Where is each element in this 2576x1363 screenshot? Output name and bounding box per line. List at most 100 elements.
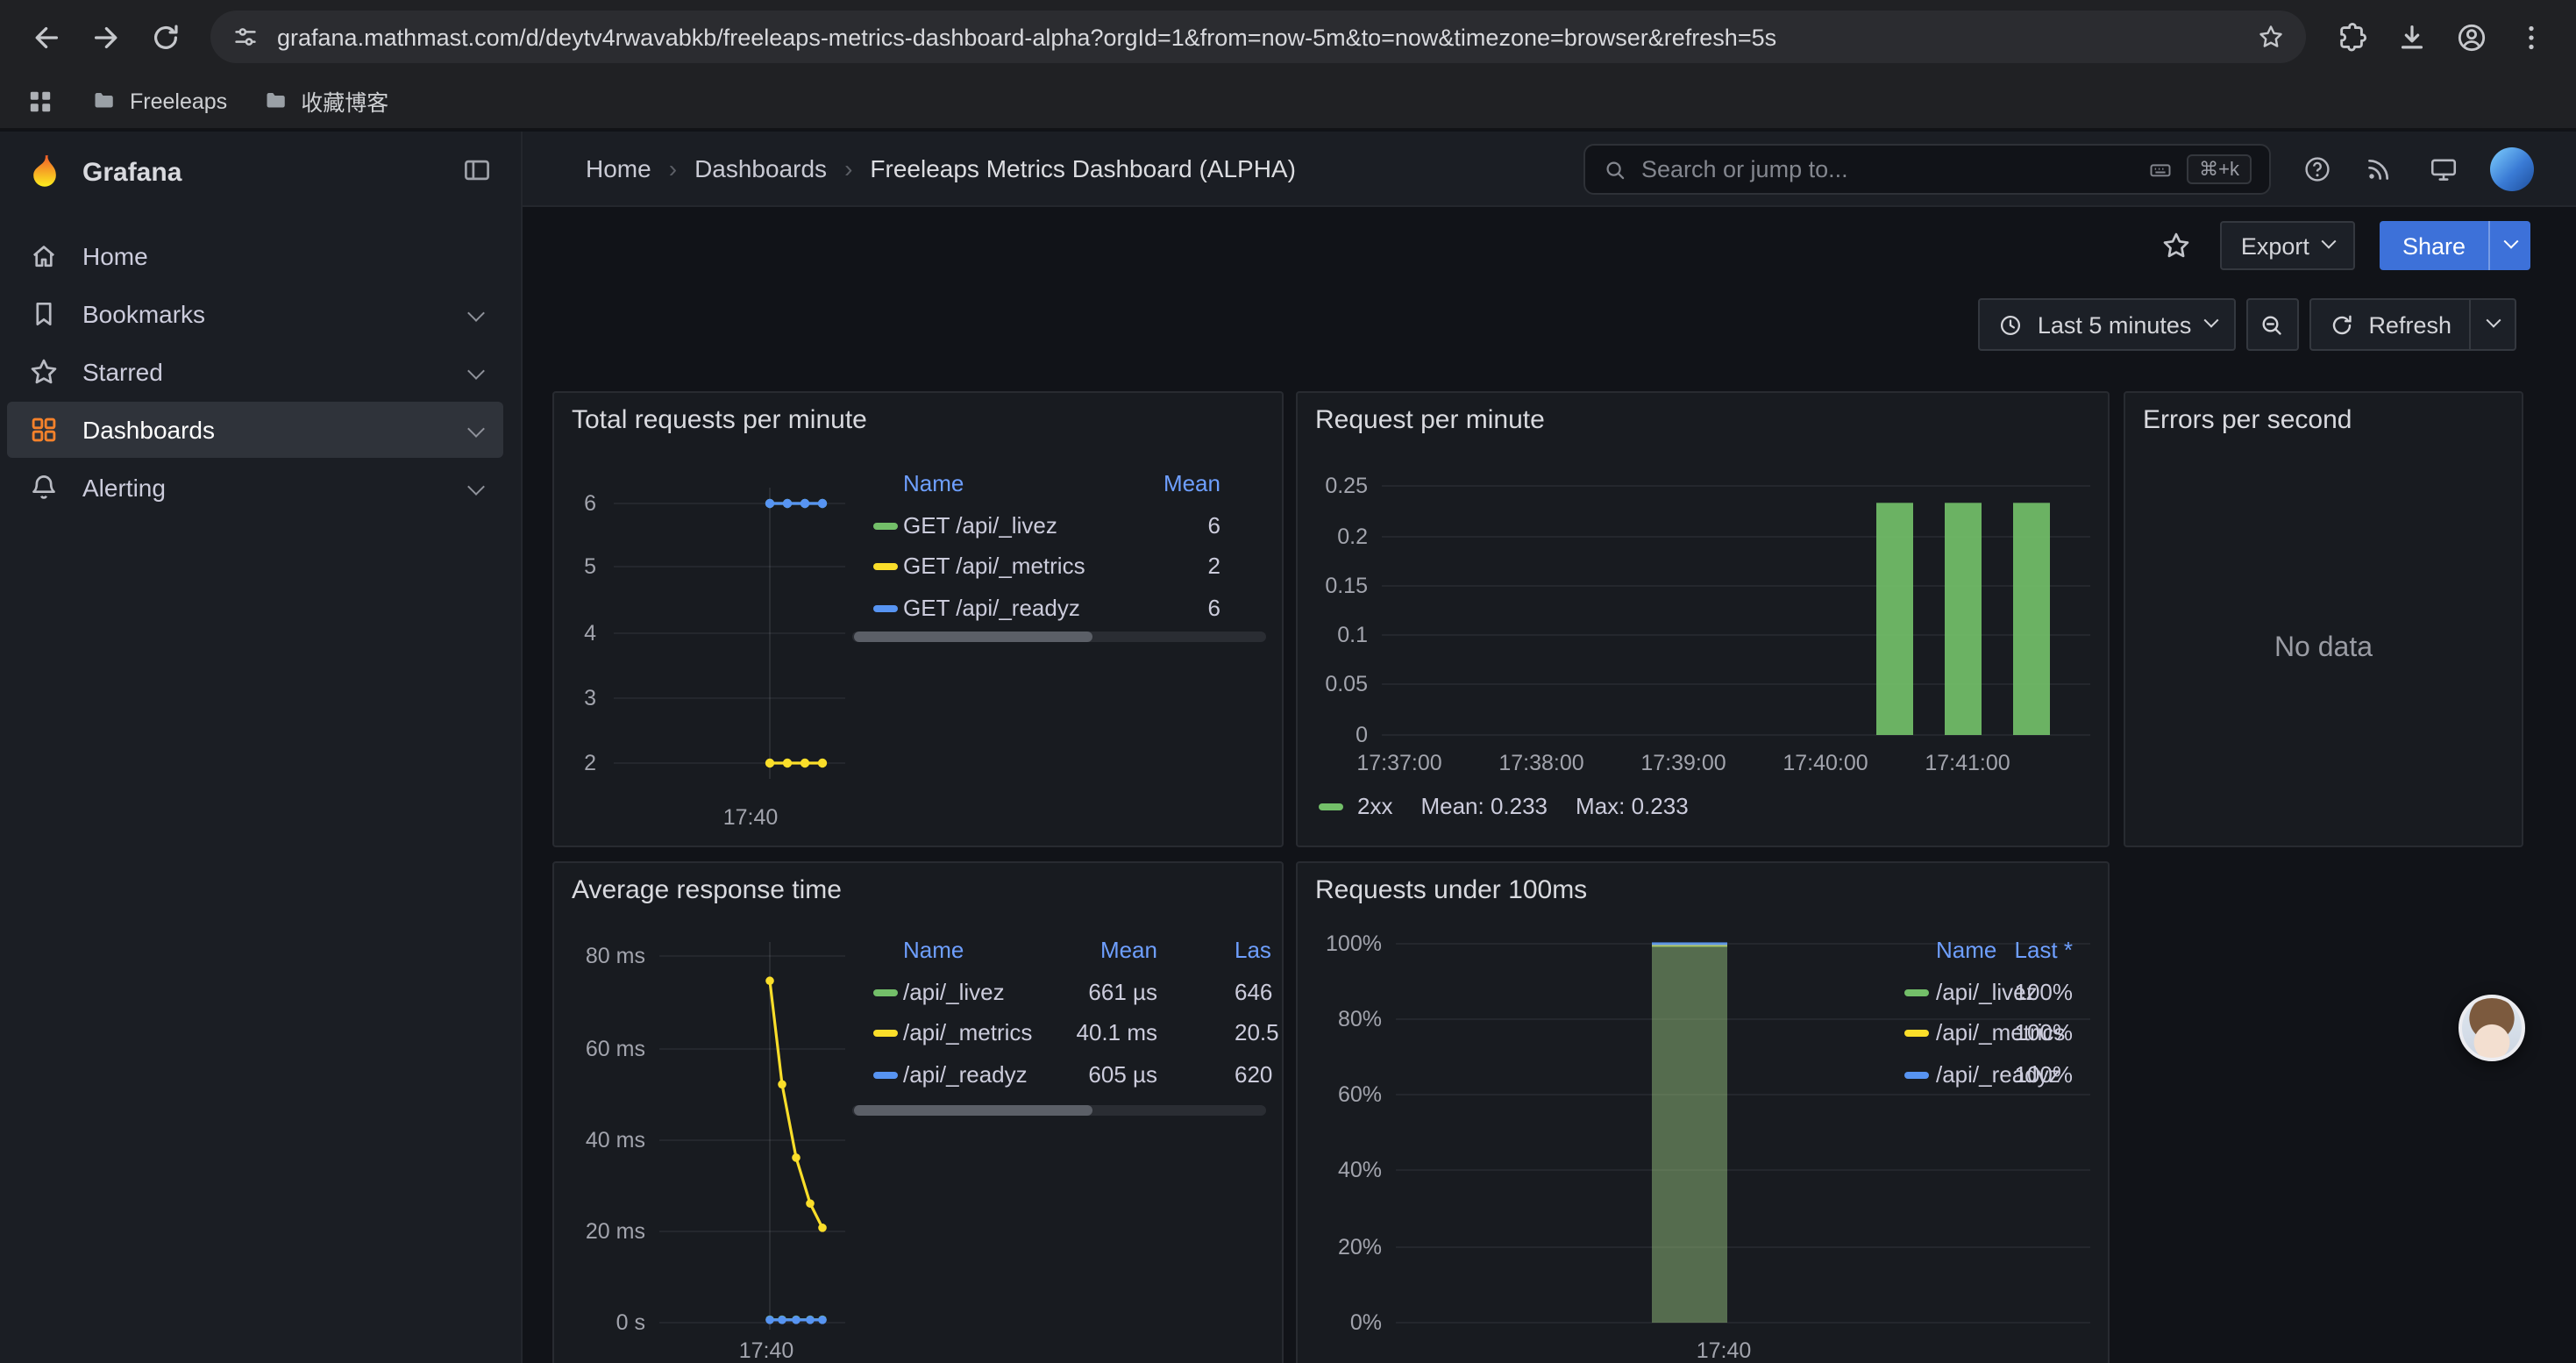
panel-title[interactable]: Errors per second <box>2143 405 2352 435</box>
dock-menu-icon[interactable] <box>461 154 496 189</box>
y-tick-label: 60% <box>1298 1081 1382 1109</box>
sidebar-item-alerting[interactable]: Alerting <box>7 460 503 516</box>
x-tick-label: 17:40:00 <box>1747 749 1904 777</box>
breadcrumb-current: Freeleaps Metrics Dashboard (ALPHA) <box>870 154 1296 182</box>
rss-icon[interactable] <box>2357 147 2401 191</box>
profile-icon[interactable] <box>2443 9 2499 65</box>
chevron-down-icon[interactable] <box>467 304 485 322</box>
y-tick-label: 3 <box>554 684 596 712</box>
legend-scrollbar-thumb[interactable] <box>854 632 1092 642</box>
bell-icon <box>28 472 60 503</box>
chevron-down-icon[interactable] <box>467 362 485 380</box>
home-icon <box>28 240 60 272</box>
y-tick-label: 4 <box>554 619 596 647</box>
search-shortcut: ⌘+k <box>2187 154 2252 184</box>
chevron-down-icon <box>2203 313 2218 328</box>
url-input[interactable] <box>267 24 2250 50</box>
legend-header[interactable]: Mean <box>1063 470 1220 498</box>
y-tick-label: 0.25 <box>1298 472 1368 500</box>
search-input[interactable] <box>1641 156 2134 182</box>
forward-icon[interactable] <box>77 9 133 65</box>
breadcrumb-separator: › <box>669 154 677 182</box>
x-tick-label: 17:40 <box>687 1337 845 1363</box>
chevron-down-icon[interactable] <box>467 420 485 438</box>
search-box[interactable]: ⌘+k <box>1583 144 2271 195</box>
sidebar-item-home[interactable]: Home <box>7 228 503 284</box>
time-range-picker[interactable]: Last 5 minutes <box>1978 298 2236 351</box>
panel-average-response-time: Average response time 80 ms60 ms40 ms20 … <box>552 861 1284 1363</box>
legend-header[interactable]: Mean <box>1000 937 1157 965</box>
legend-series-color <box>1319 803 1343 810</box>
breadcrumb: Home › Dashboards › Freeleaps Metrics Da… <box>586 132 1296 205</box>
export-label: Export <box>2241 232 2309 259</box>
refresh-split-button: Refresh <box>2309 298 2516 351</box>
apps-grid-icon[interactable] <box>25 85 56 117</box>
y-tick-label: 60 ms <box>554 1035 645 1063</box>
legend-value: 100% <box>1915 1019 2073 1047</box>
panel-requests-under-100ms: Requests under 100ms 100%80%60%40%20%0%1… <box>1296 861 2110 1363</box>
user-avatar[interactable] <box>2490 147 2534 191</box>
sidebar-item-label: Alerting <box>82 474 166 502</box>
extensions-icon[interactable] <box>2323 9 2380 65</box>
grafana-logo[interactable] <box>25 152 65 192</box>
legend-value: 20.5 r <box>1235 1019 1284 1047</box>
legend-value: 100% <box>1915 979 2073 1007</box>
site-info-icon[interactable] <box>224 16 267 58</box>
share-dropdown-button[interactable] <box>2488 221 2530 270</box>
legend-series-name[interactable]: 2xx <box>1357 793 1392 819</box>
bookmark-label: Freeleaps <box>130 89 227 113</box>
share-button[interactable]: Share <box>2380 221 2488 270</box>
monitor-icon[interactable] <box>2422 147 2466 191</box>
bookmark-folder-freeleaps[interactable]: Freeleaps <box>91 88 227 114</box>
legend-value: 605 µs <box>1000 1061 1157 1089</box>
zoom-out-button[interactable] <box>2245 298 2298 351</box>
floating-avatar[interactable] <box>2459 995 2525 1061</box>
sidebar-item-starred[interactable]: Starred <box>7 344 503 400</box>
legend-header-name[interactable]: Name <box>903 470 964 498</box>
folder-icon <box>91 88 117 114</box>
sidebar-item-bookmarks[interactable]: Bookmarks <box>7 286 503 342</box>
favorite-star-icon[interactable] <box>2157 226 2195 265</box>
panel-errors-per-second: Errors per second No data <box>2124 391 2523 847</box>
refresh-interval-dropdown[interactable] <box>2471 298 2516 351</box>
chevron-down-icon <box>2503 234 2518 249</box>
star-icon <box>28 356 60 388</box>
chevron-down-icon[interactable] <box>467 478 485 496</box>
legend-header-name[interactable]: Name <box>903 937 964 965</box>
sidebar-item-dashboards[interactable]: Dashboards <box>7 402 503 458</box>
legend-series-name[interactable]: GET /api/_metrics <box>903 553 1085 581</box>
downloads-icon[interactable] <box>2383 9 2439 65</box>
breadcrumb-home[interactable]: Home <box>586 154 651 182</box>
sidebar-nav: Home Bookmarks Starred Dashboards Alerti… <box>0 212 521 516</box>
bookmark-star-icon[interactable] <box>2250 16 2292 58</box>
legend-value: 6 <box>1063 595 1220 623</box>
breadcrumb-dashboards[interactable]: Dashboards <box>694 154 827 182</box>
legend-series-color <box>873 605 898 612</box>
legend-scrollbar-thumb[interactable] <box>854 1105 1092 1116</box>
help-icon[interactable] <box>2295 147 2339 191</box>
y-tick-label: 6 <box>554 489 596 517</box>
url-bar[interactable] <box>210 11 2306 63</box>
back-icon[interactable] <box>18 9 74 65</box>
reload-icon[interactable] <box>137 9 193 65</box>
legend-series-name[interactable]: /api/_livez <box>903 979 1005 1007</box>
search-icon <box>1603 157 1627 182</box>
breadcrumb-separator: › <box>844 154 852 182</box>
legend-header[interactable]: Last * <box>1915 937 2073 965</box>
legend-series-color <box>873 523 898 530</box>
grafana-sidebar: Grafana Home Bookmarks Starred D <box>0 132 523 1363</box>
y-tick-label: 40 ms <box>554 1126 645 1154</box>
brand-name: Grafana <box>82 157 444 187</box>
refresh-button[interactable]: Refresh <box>2309 298 2471 351</box>
time-controls: Last 5 minutes Refresh <box>1978 298 2516 351</box>
y-tick-label: 0.15 <box>1298 572 1368 600</box>
legend-series-color <box>873 989 898 996</box>
legend-header[interactable]: Las <box>1235 937 1271 965</box>
bookmark-folder-blogs[interactable]: 收藏博客 <box>262 84 388 118</box>
sidebar-item-label: Dashboards <box>82 416 215 444</box>
legend-series-name[interactable]: GET /api/_livez <box>903 512 1057 540</box>
menu-kebab-icon[interactable] <box>2502 9 2558 65</box>
x-tick-label: 17:38:00 <box>1462 749 1620 777</box>
legend-series-name[interactable]: GET /api/_readyz <box>903 595 1080 623</box>
export-button[interactable]: Export <box>2220 221 2355 270</box>
